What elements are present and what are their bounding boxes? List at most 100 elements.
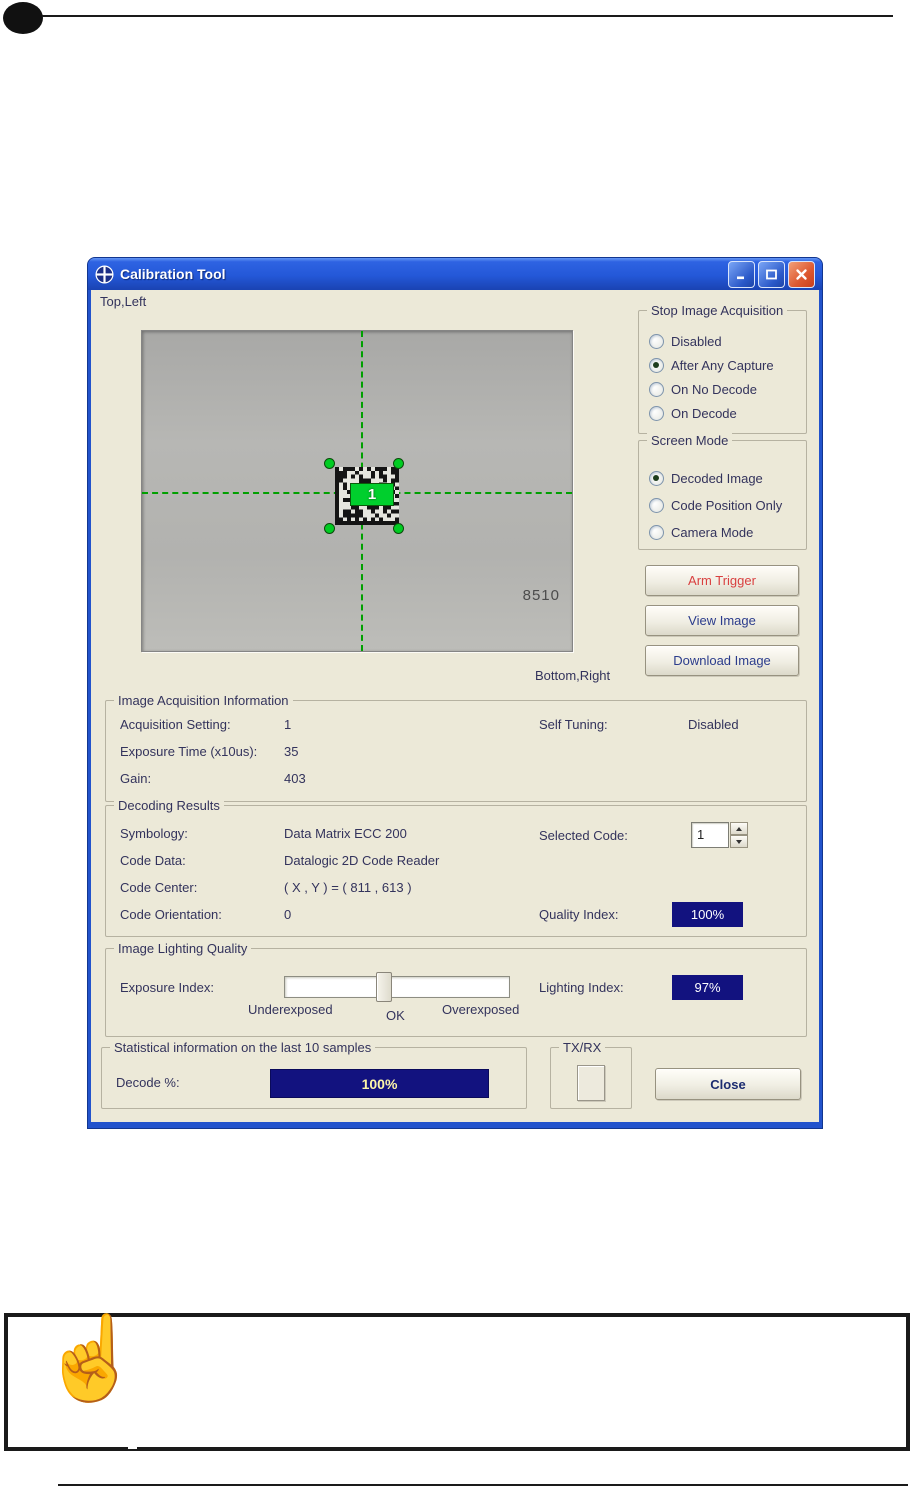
field-label: Decode %: xyxy=(116,1075,180,1090)
calibration-tool-window: Calibration Tool Top,Left 1 8510 Bottom,… xyxy=(88,258,822,1128)
note-box-border-gap xyxy=(128,1441,137,1449)
group-txrx: TX/RX xyxy=(550,1040,632,1109)
field-value: Data Matrix ECC 200 xyxy=(284,826,407,841)
radio-option-on-no-decode[interactable]: On No Decode xyxy=(649,381,757,397)
slider-right-label: Overexposed xyxy=(442,1002,520,1017)
selected-code-stepper xyxy=(730,822,748,848)
field-value: Datalogic 2D Code Reader xyxy=(284,853,440,868)
group-caption: Decoding Results xyxy=(114,798,224,813)
radio-icon[interactable] xyxy=(649,357,664,373)
pointing-hand-icon: ☝ xyxy=(40,1313,143,1404)
download-image-button[interactable]: Download Image xyxy=(645,645,799,676)
slider-mid-label: OK xyxy=(386,1008,405,1023)
radio-icon[interactable] xyxy=(649,497,664,513)
radio-option-camera-mode[interactable]: Camera Mode xyxy=(649,524,753,540)
arm-trigger-button[interactable]: Arm Trigger xyxy=(645,565,799,596)
group-caption: Statistical information on the last 10 s… xyxy=(110,1040,376,1055)
group-decoding-results: Decoding Results Symbology: Data Matrix … xyxy=(105,798,807,937)
radio-option-disabled[interactable]: Disabled xyxy=(649,333,722,349)
group-caption: Image Acquisition Information xyxy=(114,693,293,708)
decode-percentage-bar: 100% xyxy=(270,1069,489,1098)
exposure-slider-thumb[interactable] xyxy=(376,972,392,1002)
field-label: Exposure Index: xyxy=(120,980,214,995)
radio-option-code-position-only[interactable]: Code Position Only xyxy=(649,497,782,513)
lighting-index-badge: 97% xyxy=(672,975,743,1000)
group-caption: Stop Image Acquisition xyxy=(647,303,788,318)
group-caption: Screen Mode xyxy=(647,433,733,448)
maximize-icon xyxy=(766,269,777,280)
field-label: Code Center: xyxy=(120,880,198,895)
field-label: Code Data: xyxy=(120,853,186,868)
group-screen-mode: Screen Mode Decoded Image Code Position … xyxy=(638,433,807,550)
field-label: Acquisition Setting: xyxy=(120,717,231,732)
radio-label: After Any Capture xyxy=(671,357,774,373)
field-label: Quality Index: xyxy=(539,907,619,922)
radio-icon[interactable] xyxy=(649,470,664,486)
top-divider-line xyxy=(42,15,893,17)
minimize-button[interactable] xyxy=(728,261,755,288)
exposure-slider-track[interactable] xyxy=(284,976,510,998)
group-stop-image-acquisition: Stop Image Acquisition Disabled After An… xyxy=(638,303,807,434)
radio-icon[interactable] xyxy=(649,381,664,397)
arrow-down-icon xyxy=(736,839,742,844)
minimize-icon xyxy=(737,276,744,280)
chapter-bullet xyxy=(3,2,43,34)
field-label: Gain: xyxy=(120,771,152,786)
image-tag-text: 8510 xyxy=(522,587,560,604)
maximize-button[interactable] xyxy=(758,261,785,288)
stepper-down-button[interactable] xyxy=(730,835,748,848)
radio-label: Disabled xyxy=(671,333,722,349)
field-value: 35 xyxy=(284,744,299,759)
field-label: Lighting Index: xyxy=(539,980,624,995)
radio-icon[interactable] xyxy=(649,333,664,349)
field-label: Selected Code: xyxy=(539,828,628,843)
group-image-acquisition-information: Image Acquisition Information Acquisitio… xyxy=(105,693,807,802)
top-left-label: Top,Left xyxy=(100,294,147,309)
slider-left-label: Underexposed xyxy=(248,1002,333,1017)
group-caption: Image Lighting Quality xyxy=(114,941,252,956)
decoded-code-number-overlay: 1 xyxy=(350,483,394,506)
radio-option-after-any-capture[interactable]: After Any Capture xyxy=(649,357,774,373)
field-value: 403 xyxy=(284,771,306,786)
radio-option-decoded-image[interactable]: Decoded Image xyxy=(649,470,763,486)
close-button[interactable]: Close xyxy=(655,1068,801,1100)
radio-label: On Decode xyxy=(671,405,737,421)
group-statistics: Statistical information on the last 10 s… xyxy=(101,1040,527,1109)
code-corner-marker xyxy=(324,458,335,469)
client-area: Top,Left 1 8510 Bottom,Right Stop Image … xyxy=(91,290,819,1122)
radio-option-on-decode[interactable]: On Decode xyxy=(649,405,737,421)
field-label: Self Tuning: xyxy=(539,717,608,732)
close-icon xyxy=(796,269,807,280)
titlebar[interactable]: Calibration Tool xyxy=(88,258,822,290)
selected-code-input[interactable]: 1 xyxy=(691,822,729,848)
txrx-indicator xyxy=(577,1065,605,1101)
code-corner-marker xyxy=(393,523,404,534)
field-value: 1 xyxy=(284,717,292,732)
code-corner-marker xyxy=(324,523,335,534)
field-label: Exposure Time (x10us): xyxy=(120,744,258,759)
captured-image-view[interactable]: 1 8510 xyxy=(141,330,573,652)
group-image-lighting-quality: Image Lighting Quality Exposure Index: U… xyxy=(105,941,807,1037)
app-icon xyxy=(95,265,114,284)
radio-icon[interactable] xyxy=(649,405,664,421)
radio-label: Decoded Image xyxy=(671,470,763,486)
arrow-up-icon xyxy=(736,826,742,831)
field-label: Symbology: xyxy=(120,826,188,841)
stepper-up-button[interactable] xyxy=(730,822,748,835)
code-corner-marker xyxy=(393,458,404,469)
quality-index-badge: 100% xyxy=(672,902,743,927)
window-title: Calibration Tool xyxy=(120,266,226,282)
radio-icon[interactable] xyxy=(649,524,664,540)
field-value: 0 xyxy=(284,907,292,922)
close-window-button[interactable] xyxy=(788,261,815,288)
view-image-button[interactable]: View Image xyxy=(645,605,799,636)
field-label: Code Orientation: xyxy=(120,907,222,922)
radio-label: Code Position Only xyxy=(671,497,783,513)
field-value: Disabled xyxy=(688,717,739,732)
radio-label: On No Decode xyxy=(671,381,757,397)
bottom-right-label: Bottom,Right xyxy=(535,668,611,683)
radio-label: Camera Mode xyxy=(671,524,754,540)
group-caption: TX/RX xyxy=(559,1040,606,1055)
field-value: ( X , Y ) = ( 811 , 613 ) xyxy=(284,880,412,895)
bottom-divider-line xyxy=(58,1484,908,1486)
